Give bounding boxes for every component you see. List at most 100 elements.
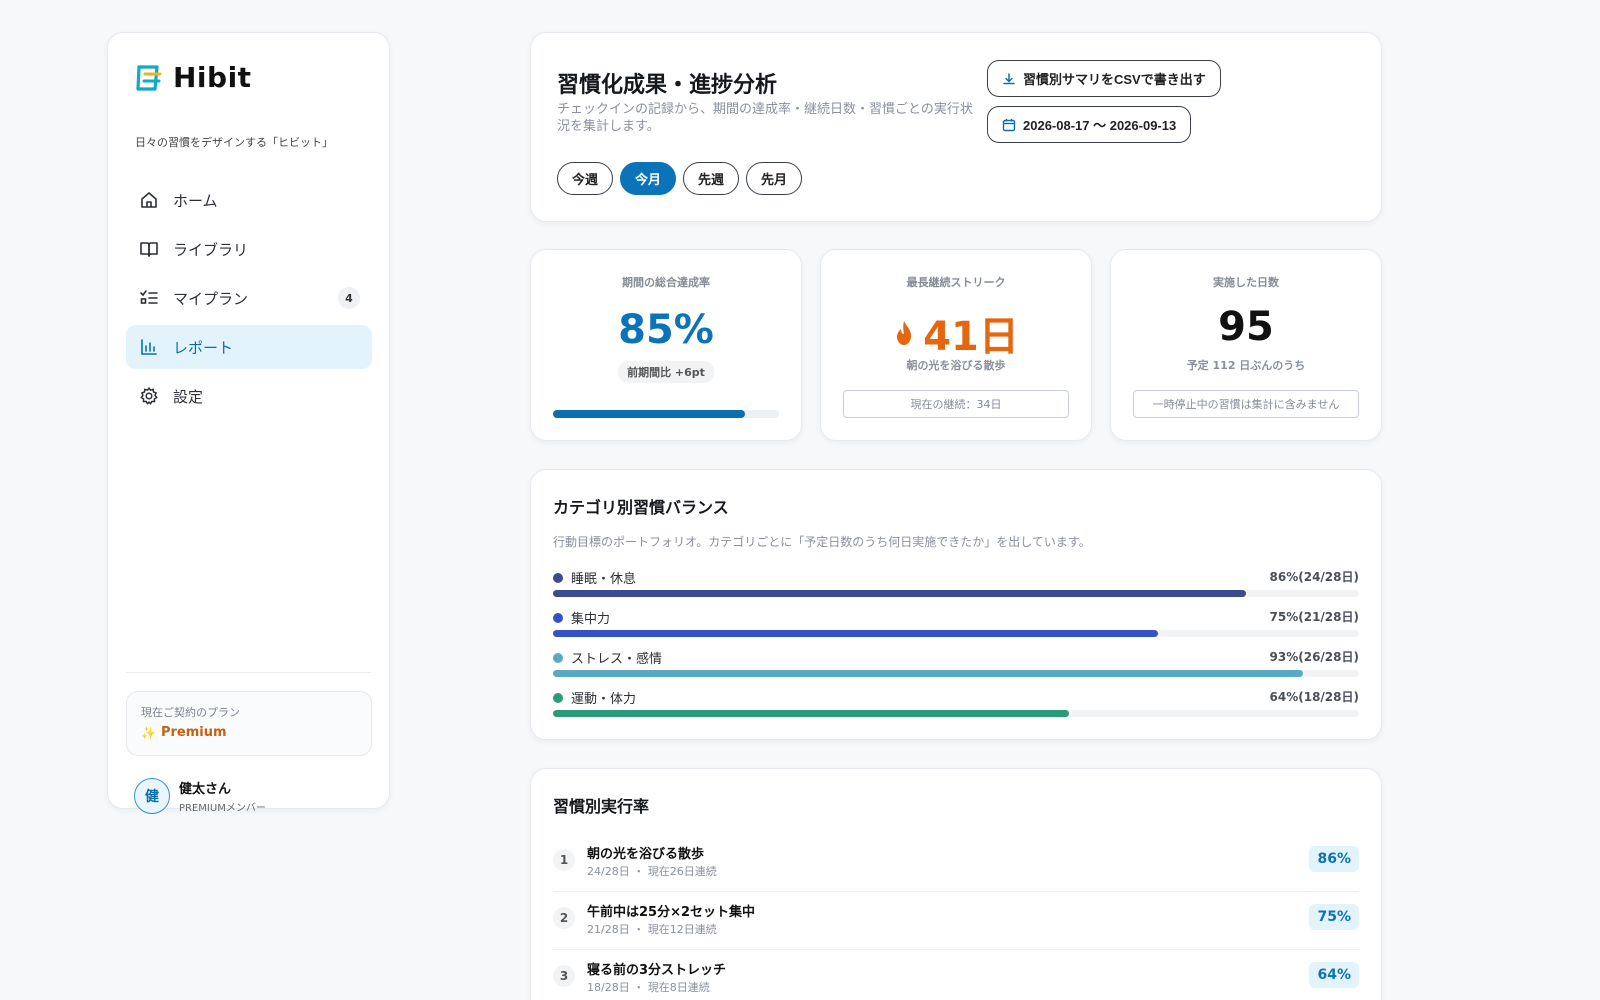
category-dot [553,652,563,663]
sidebar-item-settings[interactable]: 設定 [126,374,372,418]
category-value: 93%(26/28日) [1269,650,1359,664]
category-name: 集中力 [571,612,611,627]
category-dot [553,612,563,623]
habit-name: 寝る前の3分ストレッチ [587,963,727,978]
tab-this-month[interactable]: 今月 [620,162,677,195]
category-bar-fill [553,670,1303,677]
sidebar-item-home[interactable]: ホーム [126,178,372,222]
sidebar-item-library[interactable]: ライブラリ [126,227,372,271]
book-icon [139,239,159,259]
category-bar [553,630,1359,637]
category-row: 睡眠・休息 86%(24/28日) [553,568,1359,608]
habit-rate-badge: 86% [1309,846,1359,872]
habit-list: 1 朝の光を浴びる散歩 24/28日 ・ 現在26日連続 86% 2 午前中は2… [553,834,1359,1000]
category-row: 集中力 75%(21/28日) [553,608,1359,648]
logo-icon [136,64,162,91]
sidebar-item-report[interactable]: レポート [126,325,372,369]
section-title: カテゴリ別習慣バランス [553,498,729,517]
category-description: 行動目標のポートフォリオ。カテゴリごとに「予定日数のうち何日実施できたか」を出し… [553,535,1091,549]
tab-last-week[interactable]: 先週 [683,162,740,195]
category-value: 75%(21/28日) [1269,610,1359,624]
plan-name-label: Premium [160,725,227,740]
habit-meta: 24/28日 ・ 現在26日連続 [587,865,717,878]
category-row: 運動・体力 64%(18/28日) [553,688,1359,728]
sidebar-item-label: 設定 [173,387,204,406]
export-csv-label: 習慣別サマリをCSVで書き出す [1023,72,1206,87]
habit-meta: 18/28日 ・ 現在8日連続 [587,981,710,994]
category-value: 86%(24/28日) [1269,570,1359,584]
category-bar-fill [553,710,1069,717]
category-value: 64%(18/28日) [1269,690,1359,704]
sidebar-item-myplan[interactable]: マイプラン 4 [126,276,372,320]
plan-count-badge: 4 [338,287,360,309]
date-range-label: 2026-08-17 〜 2026-09-13 [1023,118,1177,133]
kpi-streak-card: 最長継続ストリーク 41日 朝の光を浴びる散歩 現在の継続：34日 [820,249,1092,441]
habit-rank: 2 [553,907,575,929]
app-logo[interactable]: Hibit [135,61,252,94]
category-balance-card: カテゴリ別習慣バランス 行動目標のポートフォリオ。カテゴリごとに「予定日数のうち… [530,469,1382,740]
sidebar-item-label: レポート [173,338,234,357]
export-csv-button[interactable]: 習慣別サマリをCSVで書き出す [987,60,1221,97]
category-label: ストレス・感情 [553,648,662,667]
habit-rate-badge: 64% [1309,962,1359,988]
habit-rate-card: 習慣別実行率 1 朝の光を浴びる散歩 24/28日 ・ 現在26日連続 86% … [530,768,1382,1000]
habit-row[interactable]: 3 寝る前の3分ストレッチ 18/28日 ・ 現在8日連続 64% [553,950,1359,1000]
home-icon [139,190,159,210]
plan-box[interactable]: 現在ご契約のプラン ✨ Premium [126,691,372,756]
sidebar-item-label: ホーム [173,191,218,210]
days-planned-sub: 予定 112 日ぶんのうち [1186,359,1306,372]
category-dot [553,692,563,703]
sidebar-item-label: ライブラリ [173,240,249,259]
paused-habits-note: 一時停止中の習慣は集計に含みません [1133,390,1359,418]
avatar: 健 [134,778,170,814]
kpi-label: 最長継続ストリーク [906,276,1006,289]
kpi-label: 実施した日数 [1213,276,1279,289]
kpi-days-card: 実施した日数 95 予定 112 日ぶんのうち 一時停止中の習慣は集計に含みませ… [1110,249,1382,441]
category-name: 睡眠・休息 [571,572,637,587]
flame-icon [897,321,912,345]
days-done-value: 95 [1218,304,1274,350]
category-dot [553,572,563,583]
habit-name: 朝の光を浴びる散歩 [587,847,705,862]
streak-habit-name: 朝の光を浴びる散歩 [906,359,1006,372]
tab-last-month[interactable]: 先月 [746,162,803,195]
category-label: 集中力 [553,608,610,627]
user-meta: 健太さん PREMIUMメンバー [179,778,266,814]
gear-icon [139,386,159,406]
habit-rate-badge: 75% [1309,904,1359,930]
habit-rank: 3 [553,965,575,987]
category-bar-fill [553,630,1158,637]
category-name: ストレス・感情 [571,652,663,667]
habit-row[interactable]: 1 朝の光を浴びる散歩 24/28日 ・ 現在26日連続 86% [553,834,1359,892]
category-label: 睡眠・休息 [553,568,636,587]
category-label: 運動・体力 [553,688,636,707]
page-description: チェックインの記録から、期間の達成率・継続日数・習慣ごとの実行状況を集計します。 [557,102,973,134]
section-title: 習慣別実行率 [553,797,650,816]
calendar-icon [1002,118,1016,131]
achievement-progress-fill [553,410,746,418]
tab-this-week[interactable]: 今週 [557,162,614,195]
current-streak-note: 現在の継続：34日 [843,390,1069,418]
category-row: ストレス・感情 93%(26/28日) [553,648,1359,688]
bar-chart-icon [139,337,159,357]
kpi-achievement-card: 期間の総合達成率 85% 前期間比 +6pt [530,249,802,441]
habit-row[interactable]: 2 午前中は25分×2セット集中 21/28日 ・ 現在12日連続 75% [553,892,1359,950]
habit-name: 午前中は25分×2セット集中 [587,905,756,920]
plan-caption: 現在ご契約のプラン [141,706,240,719]
app-tagline: 日々の習慣をデザインする「ヒビット」 [135,136,333,149]
report-header-card: 習慣化成果・進捗分析 チェックインの記録から、期間の達成率・継続日数・習慣ごとの… [530,32,1382,222]
page-title: 習慣化成果・進捗分析 [557,72,778,98]
date-range-button[interactable]: 2026-08-17 〜 2026-09-13 [987,106,1192,143]
category-bar [553,590,1359,597]
sidebar-item-label: マイプラン [173,289,249,308]
user-profile[interactable]: 健 健太さん PREMIUMメンバー [134,778,266,814]
kpi-label: 期間の総合達成率 [622,276,710,289]
user-name: 健太さん [179,782,232,797]
range-tabs: 今週 今月 先週 先月 [557,162,809,195]
checklist-icon [139,288,159,308]
user-role: PREMIUMメンバー [179,803,266,814]
sidebar-nav: ホーム ライブラリ マイプラン 4 レポート 設定 [126,178,372,423]
habit-meta: 21/28日 ・ 現在12日連続 [587,923,717,936]
sidebar: Hibit 日々の習慣をデザインする「ヒビット」 ホーム ライブラリ マイプラン… [107,32,390,814]
streak-value-text: 41日 [923,314,1019,360]
